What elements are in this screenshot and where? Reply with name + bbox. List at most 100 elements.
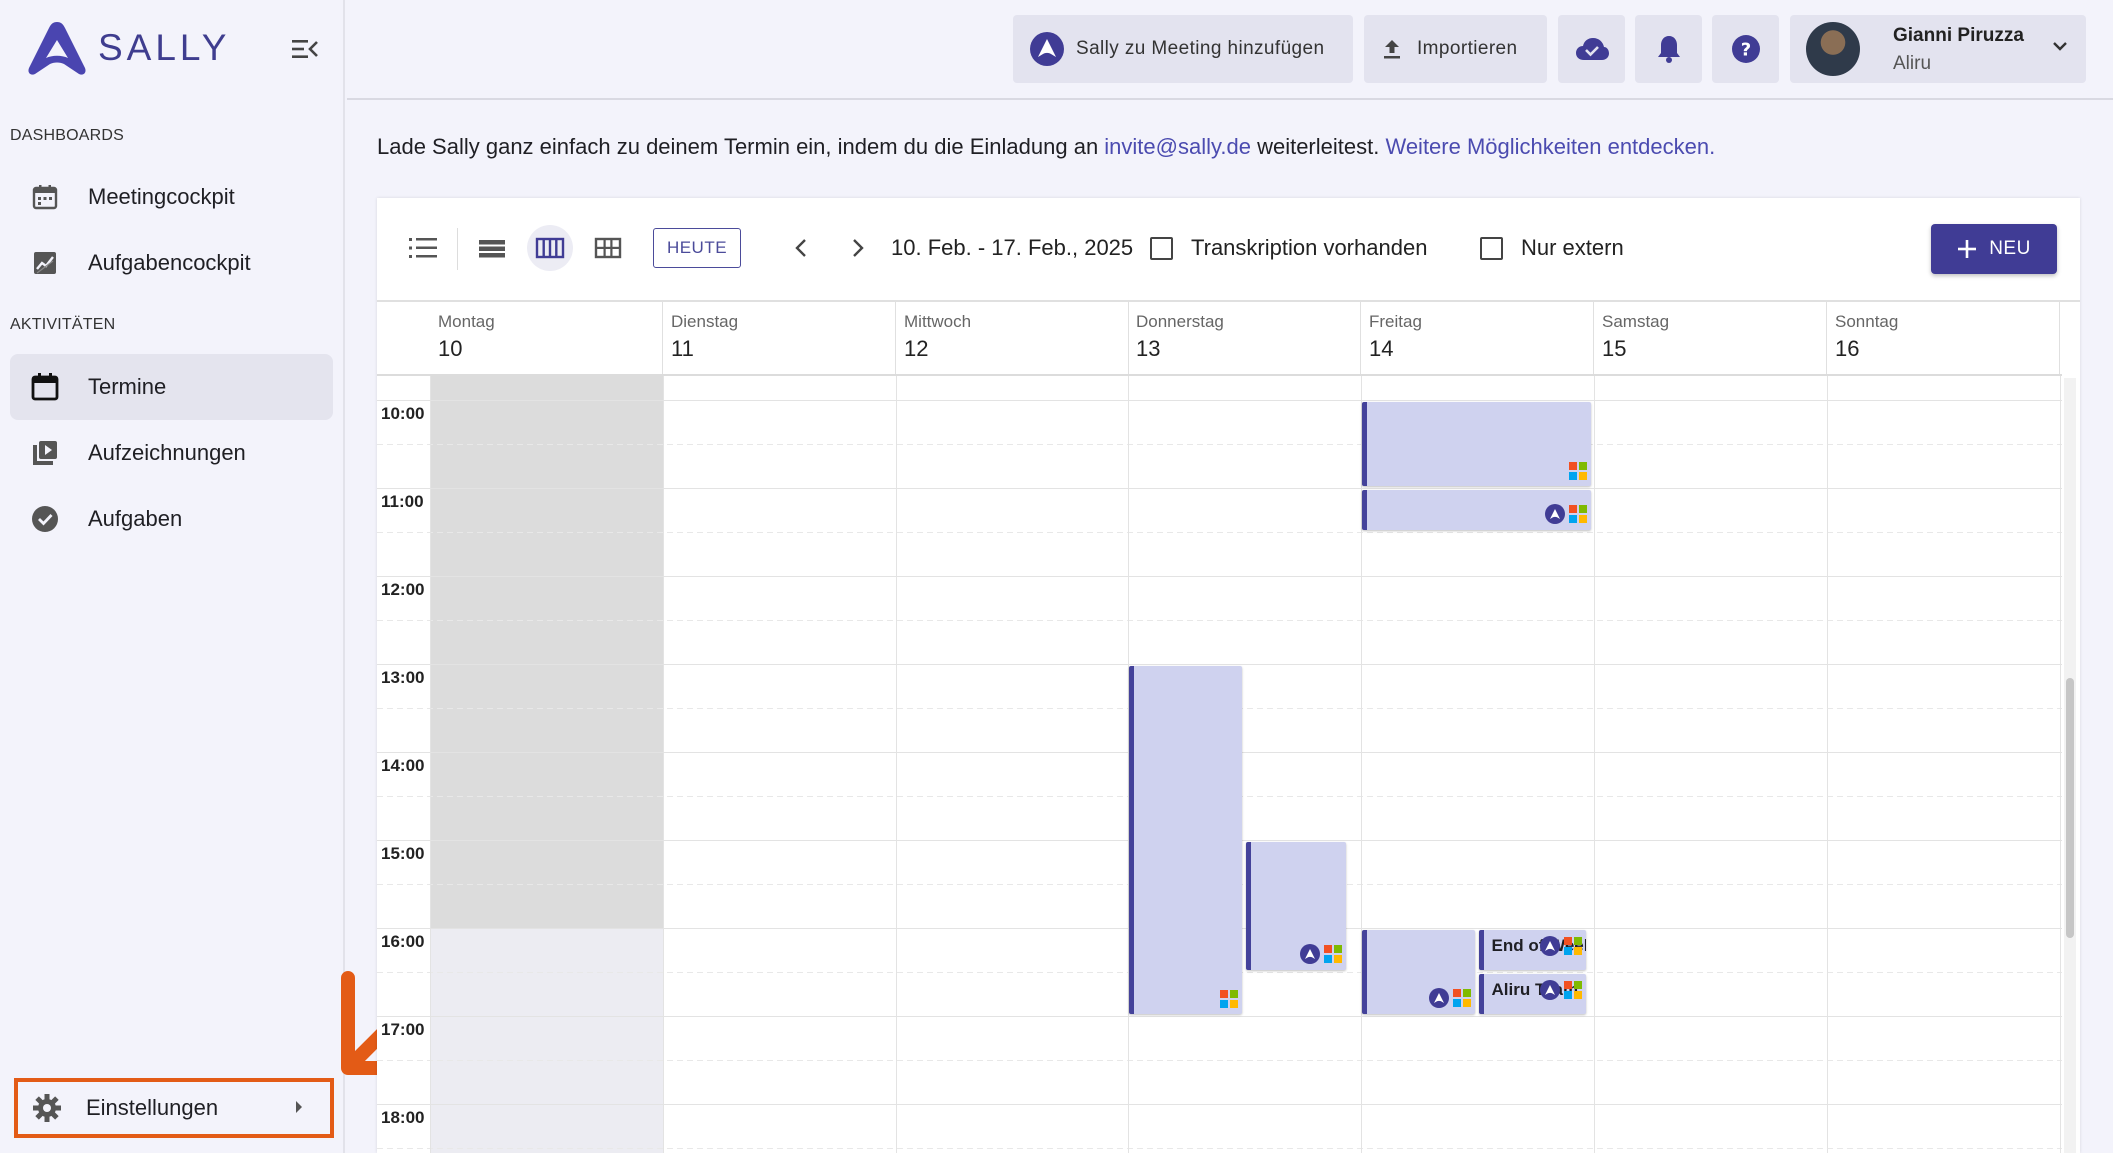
import-button[interactable]: Importieren [1364, 15, 1547, 83]
add-sally-to-meeting-button[interactable]: Sally zu Meeting hinzufügen [1013, 15, 1353, 83]
time-label: 18:00 [381, 1108, 425, 1127]
sidebar-item-label: Termine [88, 374, 167, 399]
microsoft-icon [1564, 937, 1583, 955]
calendar-event[interactable] [1129, 666, 1242, 1014]
sidebar-item-aufgaben[interactable]: Aufgaben [10, 486, 333, 552]
week-view-icon [535, 237, 565, 259]
microsoft-icon [1569, 462, 1587, 480]
day-header-samstag[interactable]: Samstag 15 [1594, 302, 1827, 374]
microsoft-icon [1324, 945, 1343, 963]
new-event-button[interactable]: NEU [1931, 224, 2057, 274]
day-header-donnerstag[interactable]: Donnerstag 13 [1128, 302, 1361, 374]
sally-logo[interactable]: SALLY [26, 20, 230, 76]
upload-icon [1381, 38, 1403, 60]
more-options-link[interactable]: Weitere Möglichkeiten entdecken. [1385, 134, 1715, 159]
half-hour-line [377, 1148, 2062, 1149]
sidebar-item-label: Aufgaben [88, 506, 183, 531]
event-source-icons [1300, 944, 1343, 964]
day-column-line [896, 376, 897, 1153]
date-range: 10. Feb. - 17. Feb., 2025 [891, 235, 1134, 260]
invite-info-text: Lade Sally ganz einfach zu deinem Termin… [377, 134, 1715, 160]
checkbox-unchecked-icon [1480, 236, 1503, 260]
time-grid[interactable]: 10:00 11:00 12:00 13:00 14:00 15:00 16:00 17:00… [377, 376, 2062, 1153]
help-button[interactable]: ? [1712, 15, 1779, 83]
sally-circle-icon [1030, 32, 1064, 66]
day-number: 16 [1835, 336, 1860, 361]
chevron-right-icon [853, 239, 864, 257]
chevron-left-icon [795, 239, 806, 257]
sidebar-item-aufgabencockpit[interactable]: Aufgabencockpit [10, 230, 333, 296]
day-view-icon [479, 240, 505, 258]
cloud-sync-button[interactable] [1558, 15, 1625, 83]
day-name: Freitag [1369, 312, 1422, 331]
calendar-event[interactable]: End of Week [1478, 930, 1587, 970]
day-number: 12 [904, 336, 929, 361]
grid-scrollbar[interactable] [2064, 378, 2076, 1153]
day-column-line [663, 376, 664, 1153]
settings-button[interactable]: Einstellungen [14, 1078, 334, 1138]
time-label: 12:00 [381, 580, 425, 599]
day-header-montag[interactable]: Montag 10 [430, 302, 663, 374]
day-number: 11 [671, 336, 694, 361]
day-column-line [430, 376, 431, 1153]
cloud-done-icon [1575, 36, 1609, 62]
chart-icon [30, 248, 60, 278]
past-day-shade [430, 376, 663, 928]
microsoft-icon [1452, 989, 1471, 1007]
day-header-dienstag[interactable]: Dienstag 11 [663, 302, 896, 374]
toolbar-divider [457, 228, 458, 270]
next-week-button[interactable] [840, 230, 876, 266]
avatar [1806, 22, 1860, 76]
microsoft-icon [1219, 990, 1238, 1008]
day-header-freitag[interactable]: Freitag 14 [1361, 302, 1594, 374]
filter-transcription-checkbox[interactable]: Transkription vorhanden [1150, 235, 1427, 261]
video-library-icon [30, 438, 60, 468]
calendar-event[interactable] [1362, 402, 1591, 486]
calendar-event[interactable] [1245, 842, 1347, 970]
microsoft-icon [1564, 981, 1583, 999]
calendar-icon [30, 372, 60, 402]
scrollbar-thumb[interactable] [2066, 678, 2074, 938]
sidebar-item-aufzeichnungen[interactable]: Aufzeichnungen [10, 420, 333, 486]
chevron-down-icon [2052, 39, 2068, 57]
user-menu-button[interactable]: Gianni Piruzza Aliru [1790, 15, 2086, 83]
filter-external-checkbox[interactable]: Nur extern [1480, 235, 1624, 261]
import-label: Importieren [1417, 38, 1518, 59]
previous-week-button[interactable] [783, 230, 819, 266]
sally-recording-icon [1428, 988, 1449, 1008]
invite-email-link[interactable]: invite@sally.de [1104, 134, 1251, 159]
collapse-menu-button[interactable] [290, 36, 320, 62]
time-label: 13:00 [381, 668, 425, 687]
time-label: 17:00 [381, 1020, 425, 1039]
calendar-event[interactable]: Aliru Team [1478, 974, 1587, 1014]
help-icon: ? [1731, 34, 1761, 64]
month-view-button[interactable] [590, 230, 626, 266]
day-number: 15 [1602, 336, 1627, 361]
day-header-sonntag[interactable]: Sonntag 16 [1827, 302, 2060, 374]
new-event-label: NEU [1989, 238, 2031, 259]
day-name: Sonntag [1835, 312, 1899, 331]
day-header-mittwoch[interactable]: Mittwoch 12 [896, 302, 1129, 374]
sidebar-item-meetingcockpit[interactable]: Meetingcockpit [10, 164, 333, 230]
section-title-aktivitaeten: AKTIVITÄTEN [10, 316, 116, 333]
sidebar-item-label: Aufzeichnungen [88, 440, 246, 465]
day-number: 10 [438, 336, 463, 361]
calendar-event[interactable] [1362, 930, 1475, 1014]
event-source-icons [1545, 504, 1587, 524]
day-name: Samstag [1602, 312, 1670, 331]
sally-recording-icon [1540, 980, 1561, 1000]
week-view-button[interactable] [527, 225, 573, 271]
day-number: 14 [1369, 336, 1394, 361]
list-view-button[interactable] [405, 230, 441, 266]
day-view-button[interactable] [474, 230, 510, 266]
calendar-dashboard-icon [30, 182, 60, 212]
notifications-button[interactable] [1635, 15, 1702, 83]
today-button[interactable]: HEUTE [653, 228, 741, 268]
sally-logo-icon [28, 22, 86, 75]
sidebar-item-label: Meetingcockpit [88, 184, 235, 209]
calendar-event[interactable] [1362, 490, 1591, 530]
day-name: Donnerstag [1136, 312, 1224, 331]
hour-line [377, 1104, 2062, 1105]
event-source-icons [1428, 988, 1471, 1008]
sidebar-item-termine[interactable]: Termine [10, 354, 333, 420]
